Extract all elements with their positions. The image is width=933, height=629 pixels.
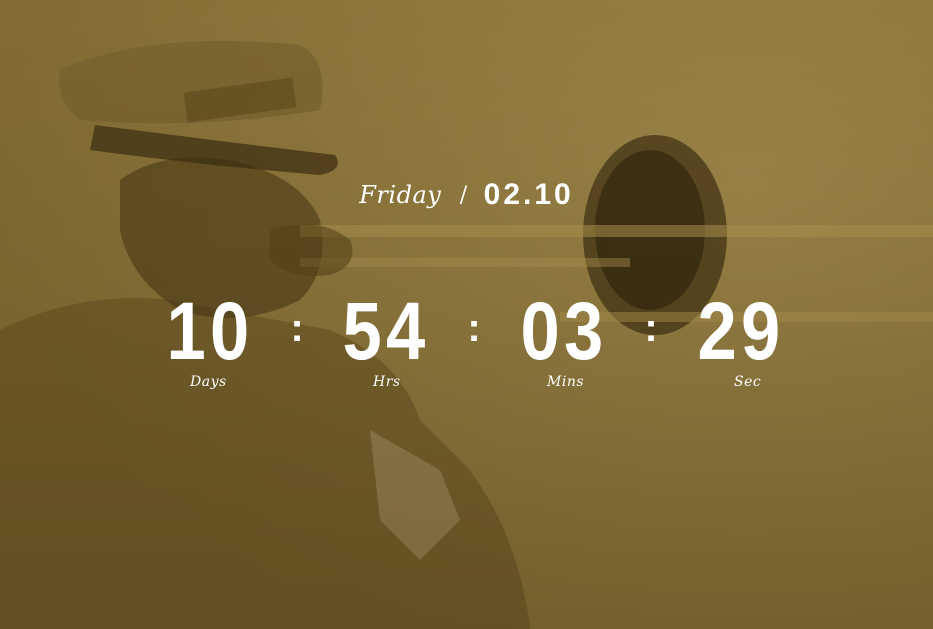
- days-value: 10: [166, 286, 254, 377]
- countdown-days: 10 Days: [140, 286, 280, 391]
- seconds-label: Sec: [734, 374, 762, 390]
- days-label: Days: [190, 374, 227, 390]
- countdown-timer: 10 Days : 54 Hrs : 03 Mins : 29 Sec: [0, 290, 933, 400]
- weekday-label: Friday: [359, 181, 442, 209]
- minutes-label: Mins: [547, 374, 585, 390]
- colon-separator: :: [467, 306, 481, 350]
- colon-separator: :: [290, 306, 304, 350]
- date-separator: /: [459, 182, 468, 208]
- seconds-value: 29: [697, 286, 785, 377]
- hours-label: Hrs: [373, 374, 401, 390]
- event-date: Friday / 02.10: [0, 178, 933, 212]
- countdown-hours: 54 Hrs: [316, 286, 456, 391]
- date-value: 02.10: [483, 178, 574, 211]
- colon-separator: :: [644, 306, 658, 350]
- minutes-value: 03: [520, 286, 608, 377]
- countdown-minutes: 03 Mins: [494, 286, 634, 391]
- hours-value: 54: [342, 286, 430, 377]
- countdown-seconds: 29 Sec: [671, 286, 811, 391]
